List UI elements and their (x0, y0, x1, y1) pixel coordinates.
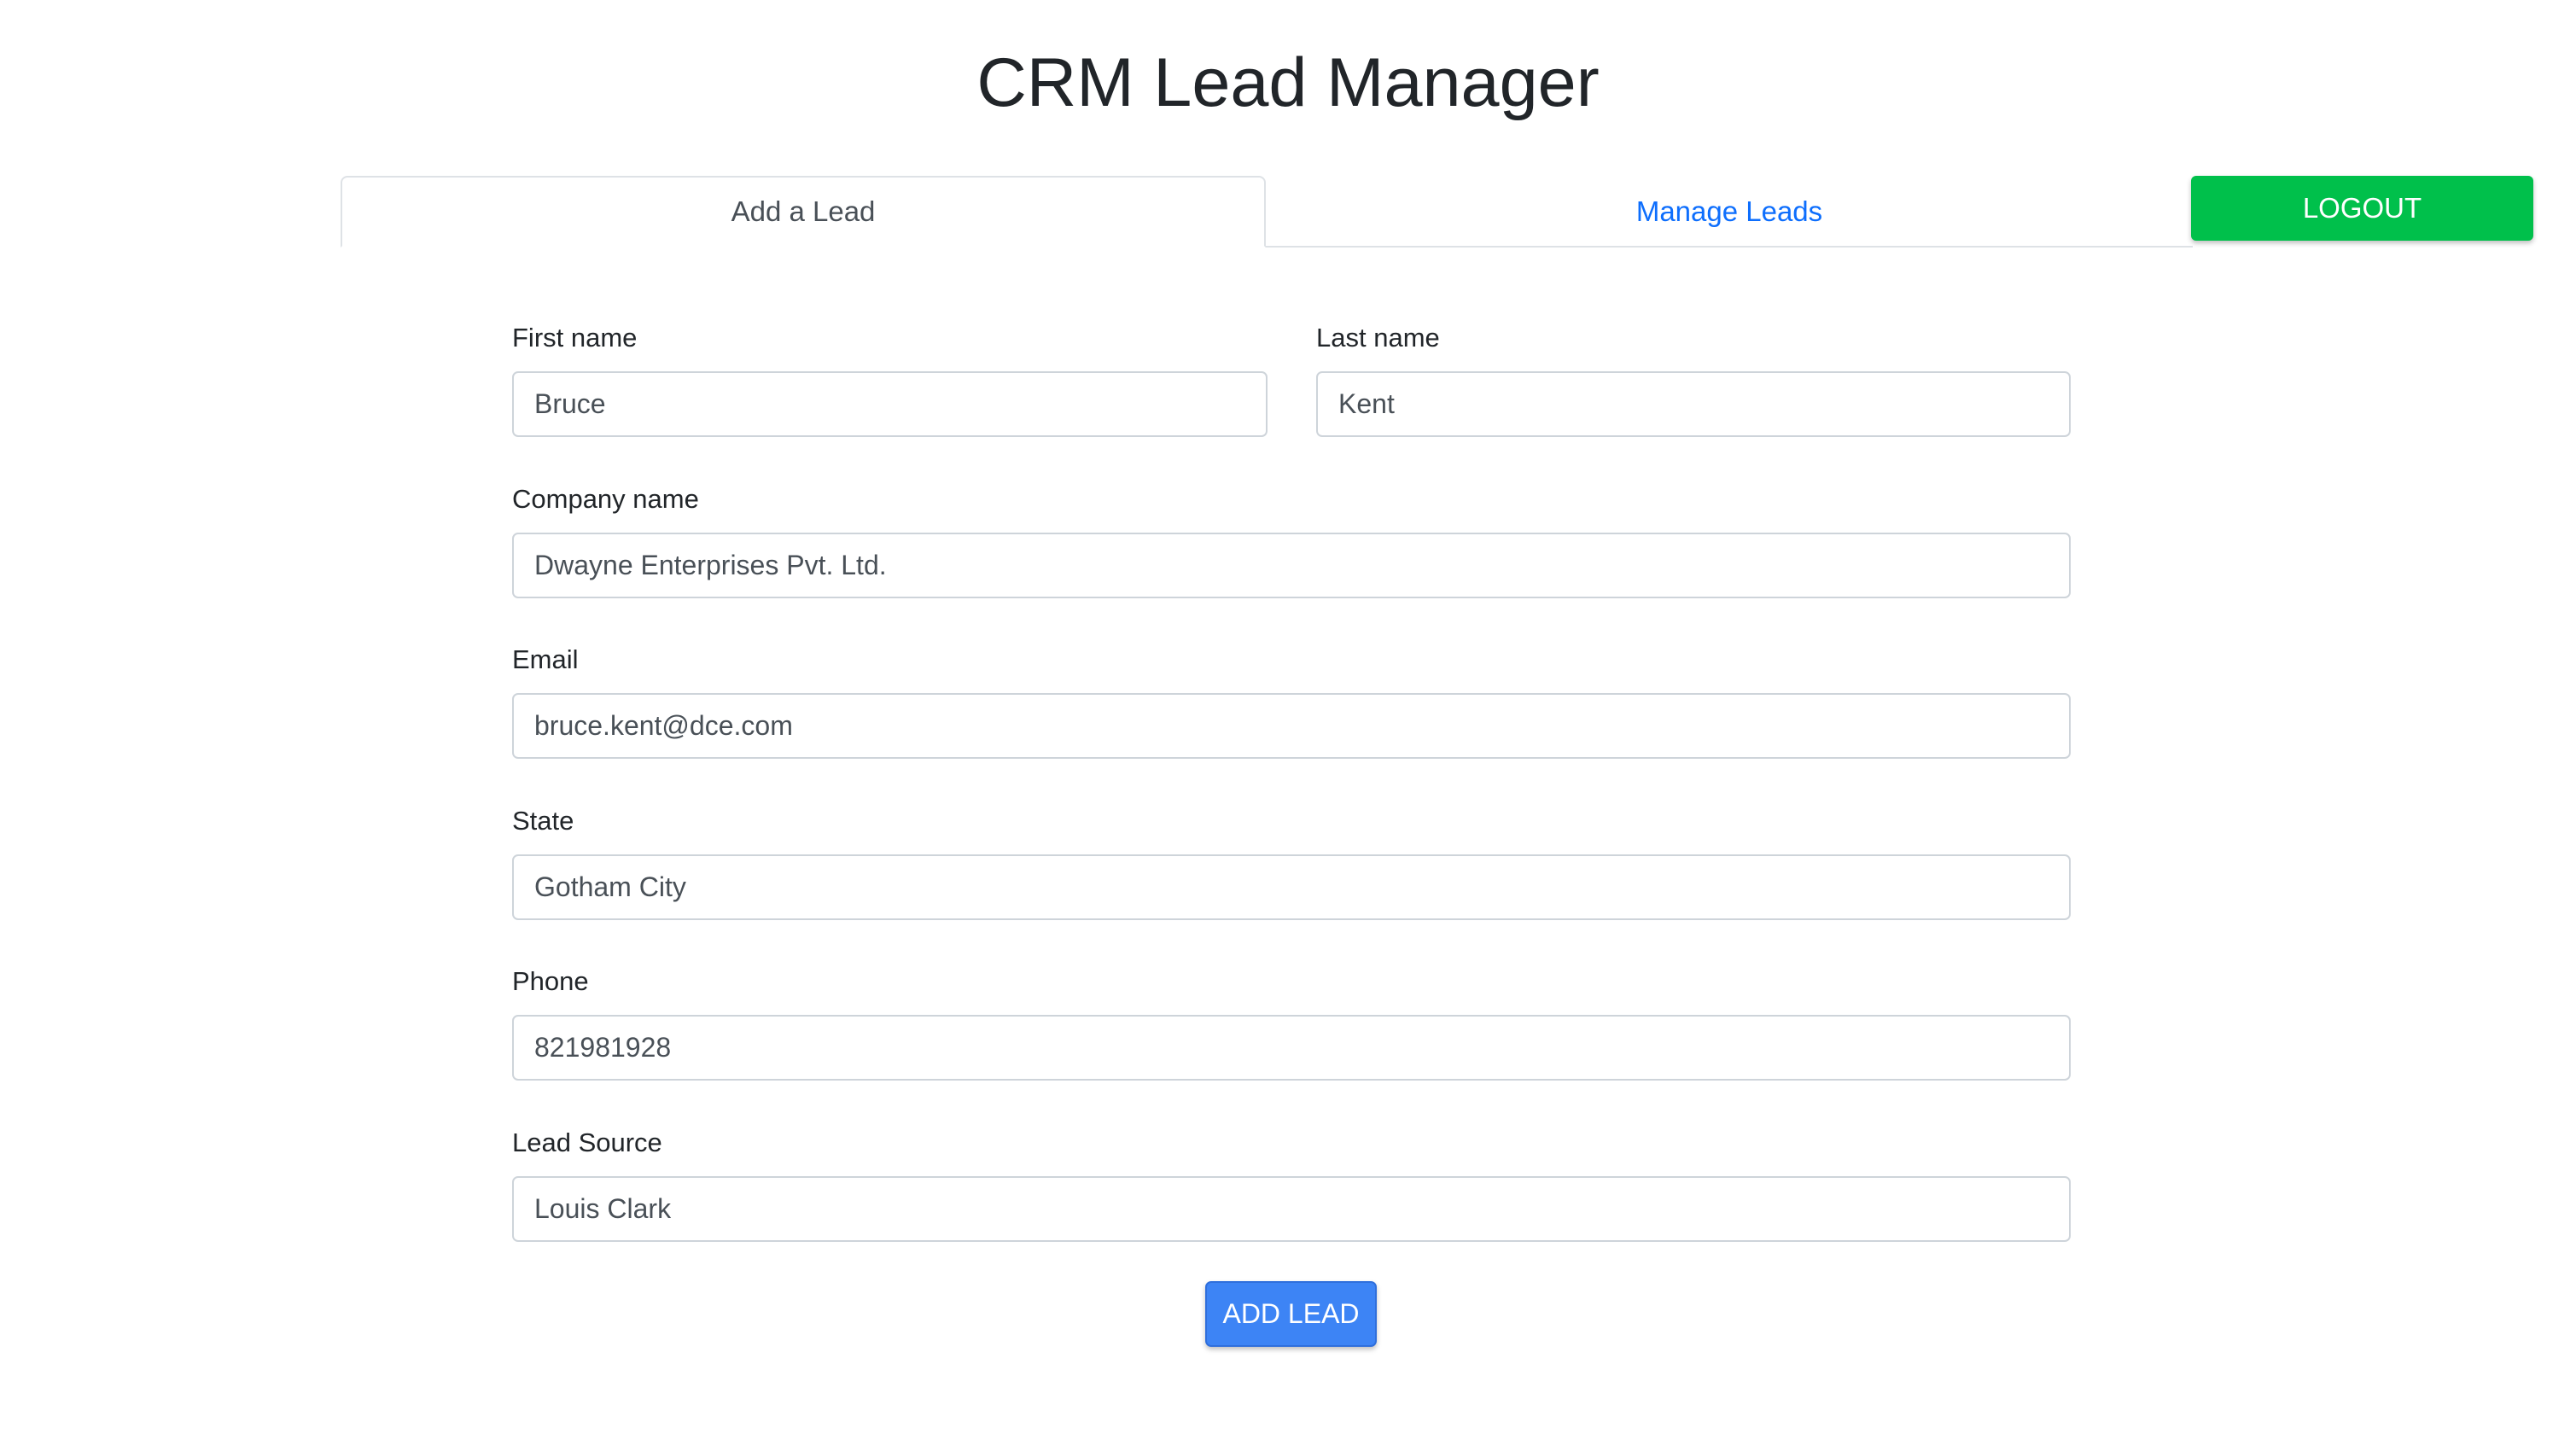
email-label: Email (512, 644, 579, 674)
add-lead-button[interactable]: ADD LEAD (1205, 1281, 1377, 1347)
page-title: CRM Lead Manager (976, 44, 1600, 121)
logout-button[interactable]: LOGOUT (2191, 176, 2533, 241)
last-name-label: Last name (1316, 323, 1440, 353)
first-name-input[interactable] (512, 371, 1268, 437)
first-name-label: First name (512, 323, 638, 353)
page: CRM Lead Manager Add a Lead Manage Leads… (0, 0, 2576, 1451)
state-input[interactable] (512, 854, 2071, 920)
lead-source-input[interactable] (512, 1176, 2071, 1242)
last-name-input[interactable] (1316, 371, 2071, 437)
state-label: State (512, 806, 574, 836)
company-name-input[interactable] (512, 533, 2071, 598)
phone-label: Phone (512, 966, 589, 996)
company-name-label: Company name (512, 484, 699, 514)
tab-manage-leads[interactable]: Manage Leads (1266, 176, 2193, 248)
email-input[interactable] (512, 693, 2071, 759)
tab-add-lead[interactable]: Add a Lead (341, 176, 1266, 248)
tab-bar: Add a Lead Manage Leads (341, 176, 2193, 248)
lead-source-label: Lead Source (512, 1128, 662, 1157)
phone-input[interactable] (512, 1015, 2071, 1081)
